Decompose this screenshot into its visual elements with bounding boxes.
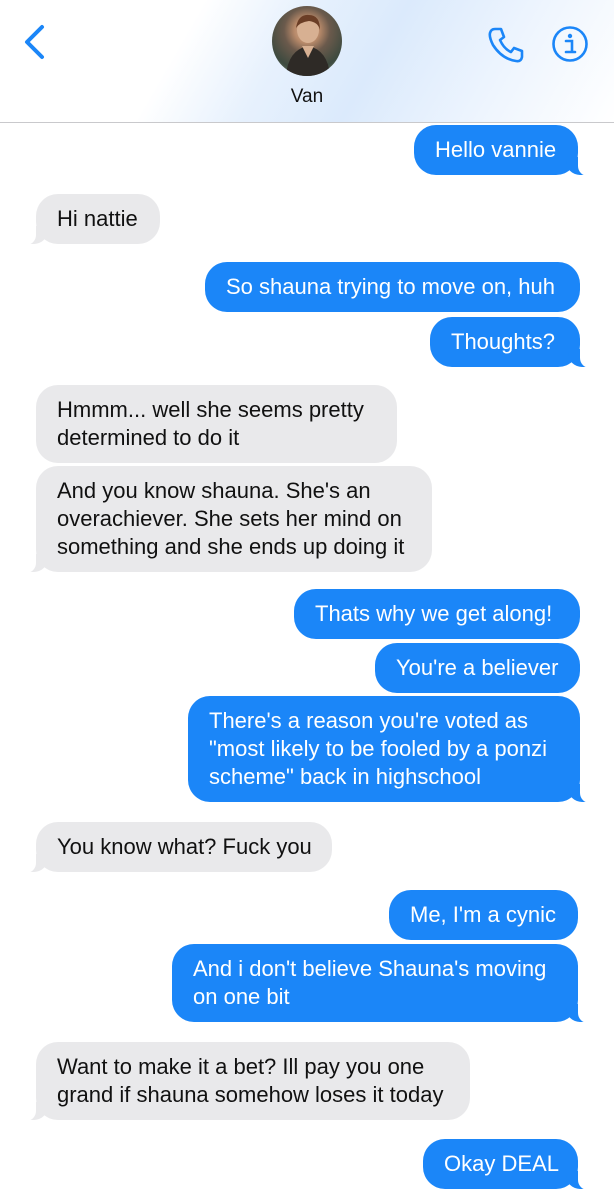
message-text-line: grand if shauna somehow loses it today [57,1082,444,1107]
sent-message-bubble[interactable]: Me, I'm a cynic [389,890,578,940]
avatar[interactable] [272,6,342,76]
info-icon[interactable] [551,25,589,63]
message-text-line: And you know shauna. She's an [57,478,371,503]
message-text-line: Hi nattie [57,206,138,231]
message-text-line: overachiever. She sets her mind on [57,506,402,531]
phone-icon[interactable] [486,25,526,65]
message-text-line: scheme" back in highschool [209,764,481,789]
received-message-bubble[interactable]: Want to make it a bet? Ill pay you one gr… [24,1042,470,1121]
sent-message-bubble[interactable]: Thoughts? [430,317,592,368]
sent-message-bubble[interactable]: Hello vannie [414,125,590,176]
message-text-line: Me, I'm a cynic [410,902,557,927]
contact-name[interactable]: Van [0,86,614,108]
message-text-line: You're a believer [396,655,559,680]
message-text-line: You know what? Fuck you [57,834,312,859]
received-message-bubble[interactable]: Hmmm... well she seems pretty determined … [36,385,397,463]
received-message-bubble[interactable]: Hi nattie [24,194,160,245]
message-text-line: "most likely to be fooled by a ponzi [209,736,547,761]
chevron-left-icon[interactable] [18,22,52,62]
message-text-line: Want to make it a bet? Ill pay you one [57,1054,425,1079]
sent-message-bubble[interactable]: Thats why we get along! [294,589,580,639]
received-message-bubble[interactable]: And you know shauna. She's an overachieve… [24,466,432,573]
message-text-line: Hmmm... well she seems pretty [57,397,364,422]
message-text-line: Hello vannie [435,137,557,162]
message-text-line: Thats why we get along! [315,601,553,626]
message-text-line: on one bit [193,984,290,1009]
sent-message-bubble[interactable]: You're a believer [375,643,580,693]
message-text-line: determined to do it [57,425,240,450]
conversation-header: Van [0,0,614,123]
received-message-bubble[interactable]: You know what? Fuck you [24,822,332,873]
sent-message-bubble[interactable]: Okay DEAL [423,1139,590,1190]
message-text-line: And i don't believe Shauna's moving [193,956,547,981]
sent-message-bubble[interactable]: There's a reason you're voted as "most li… [188,696,592,803]
message-text-line: There's a reason you're voted as [209,708,529,733]
message-text-line: Thoughts? [451,329,555,354]
message-text-line: Okay DEAL [444,1151,559,1176]
sent-message-bubble[interactable]: So shauna trying to move on, huh [205,262,580,312]
message-text-line: So shauna trying to move on, huh [226,274,555,299]
sent-message-bubble[interactable]: And i don't believe Shauna's moving on on… [172,944,590,1023]
message-text-line: something and she ends up doing it [57,534,405,559]
